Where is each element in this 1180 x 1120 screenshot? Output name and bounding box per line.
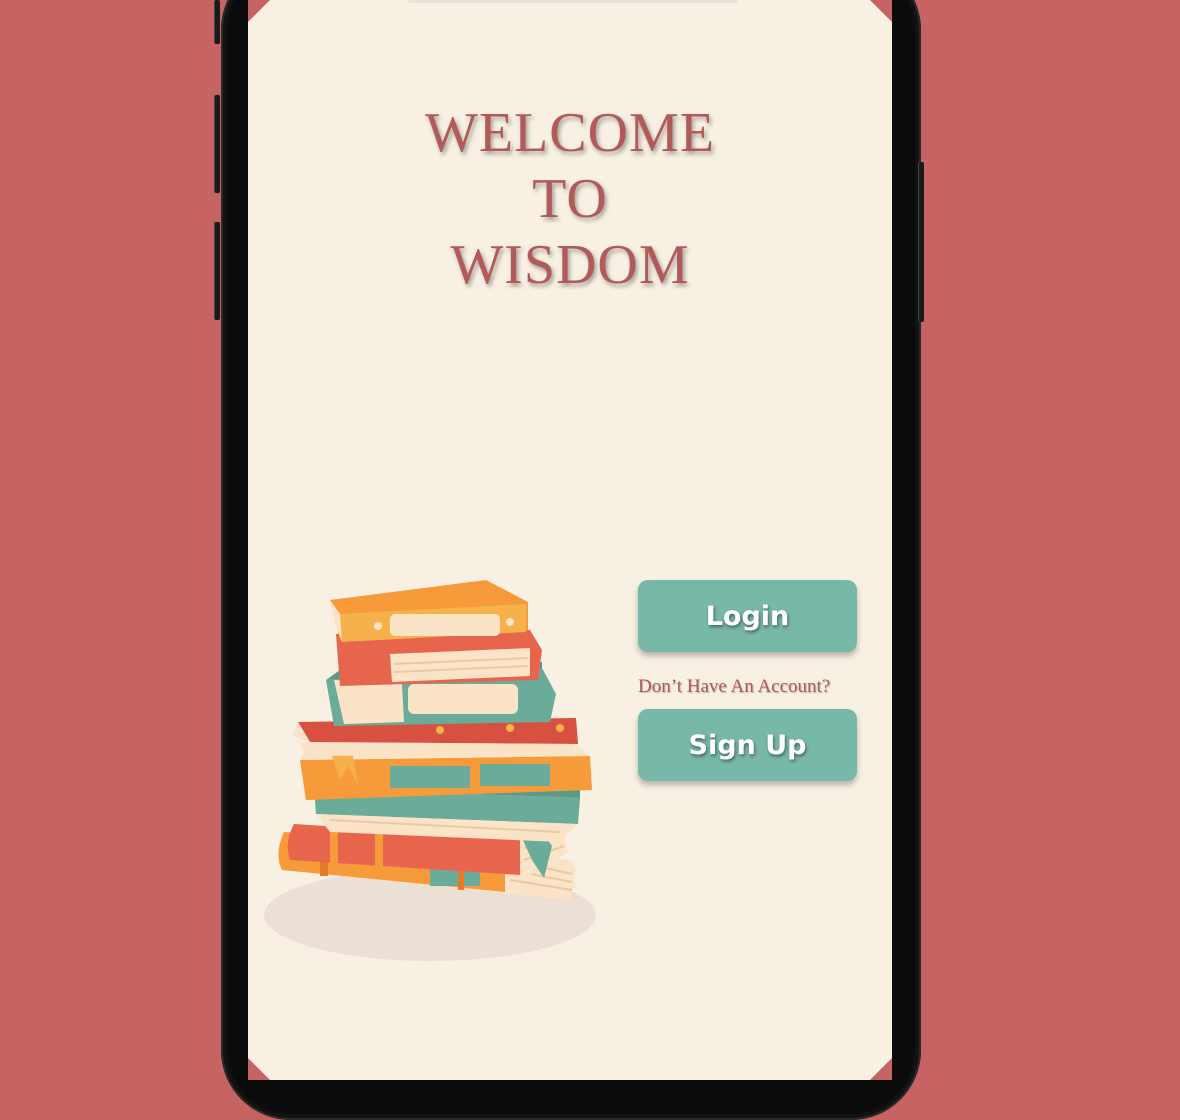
phone-power-button	[918, 162, 924, 322]
phone-volume-down-button	[214, 222, 220, 320]
screen-corner	[870, 1058, 892, 1080]
book-8	[330, 580, 528, 642]
welcome-line-1: WELCOME	[424, 102, 716, 164]
account-prompt[interactable]: Don’t Have An Account?	[638, 676, 878, 698]
signup-button[interactable]: Sign Up	[638, 709, 857, 781]
screen-corner	[248, 1058, 270, 1080]
notch	[408, 0, 738, 3]
stack-of-books-illustration	[264, 580, 596, 961]
welcome-title: WELCOME TO WISDOM	[248, 100, 892, 298]
screen-corner	[870, 0, 892, 22]
login-button[interactable]: Login	[638, 580, 857, 652]
app-screen: WELCOME TO WISDOM Login Don’t Have An Ac…	[248, 0, 892, 1080]
phone-side-button	[214, 0, 220, 44]
phone-volume-up-button	[214, 95, 220, 193]
welcome-line-2: TO	[532, 168, 608, 230]
screen-corner	[248, 0, 270, 22]
welcome-line-3: WISDOM	[450, 234, 690, 296]
